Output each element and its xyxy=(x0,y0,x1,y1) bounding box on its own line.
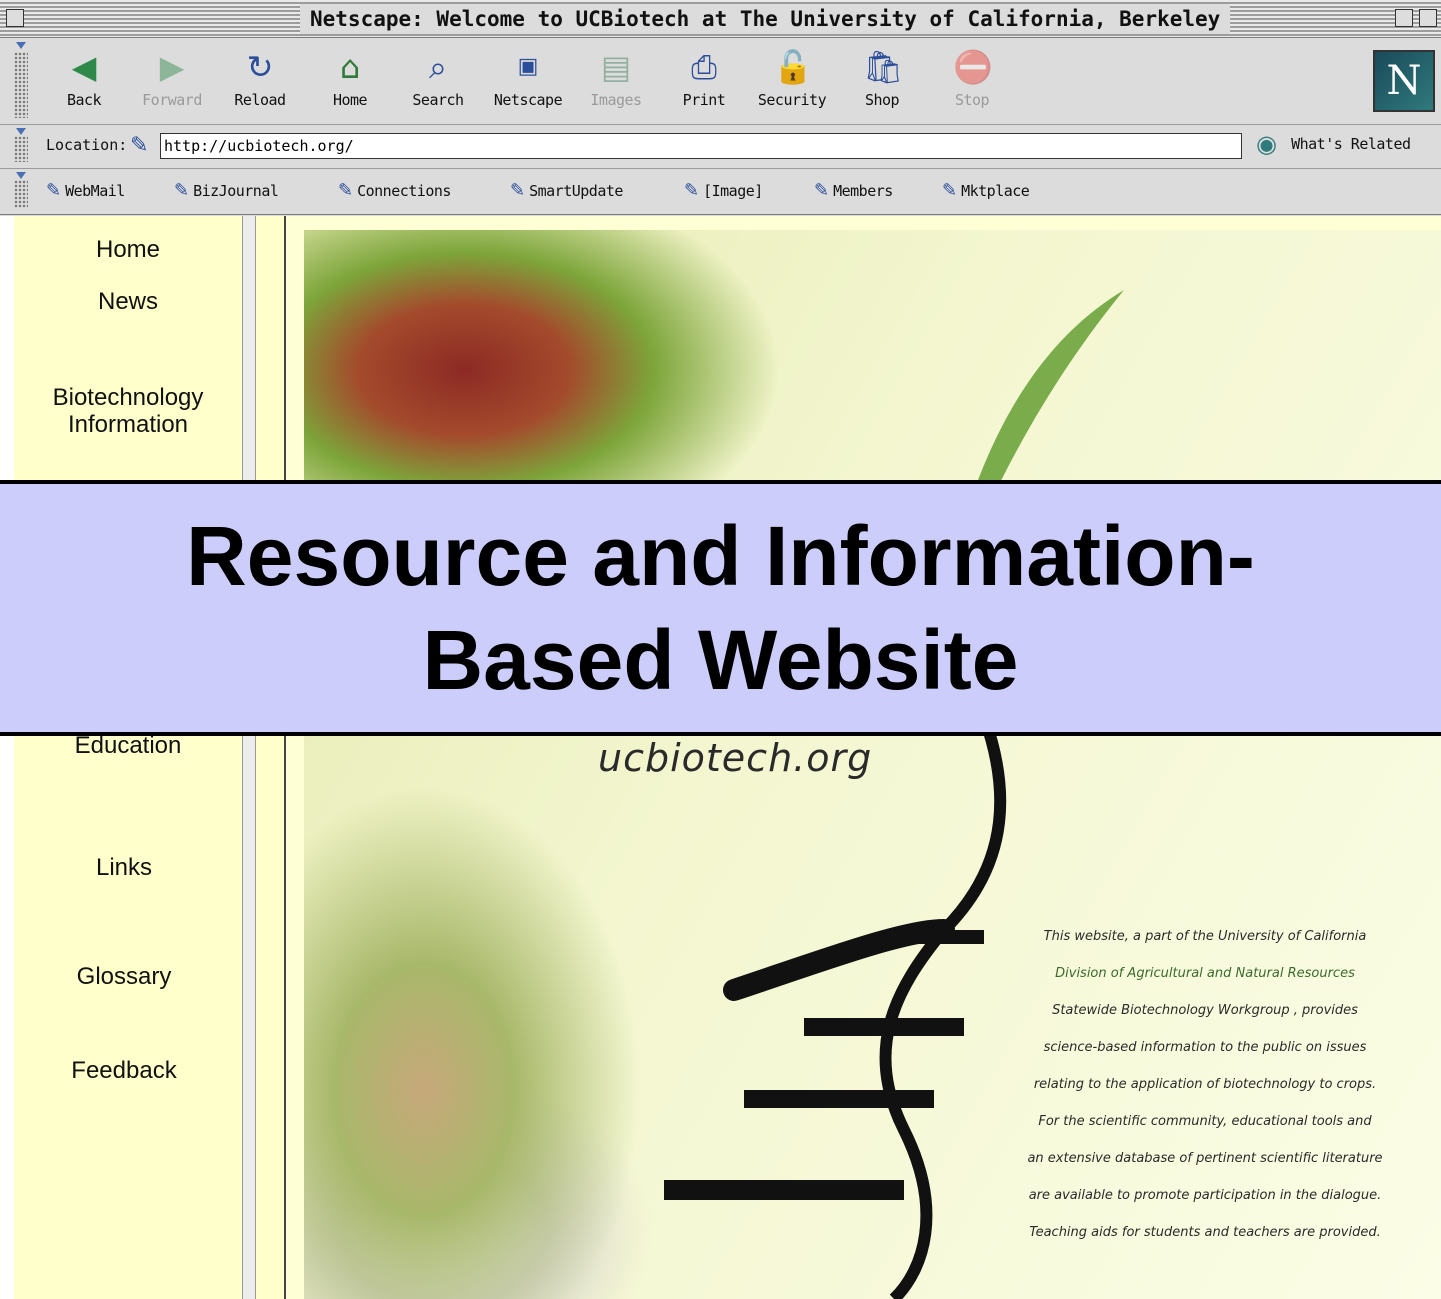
frame-gutter xyxy=(256,216,286,1299)
bookmark-members[interactable]: ✎ Members xyxy=(814,180,893,201)
zoom-box[interactable] xyxy=(1395,9,1413,27)
bookmark-icon: ✎ xyxy=(338,180,354,201)
description-line: Statewide Biotechnology Workgroup , prov… xyxy=(1052,1003,1358,1018)
home-button[interactable]: ⌂ Home xyxy=(310,46,390,122)
sidebar-item-biotechnology-information[interactable]: Biotechnology Information xyxy=(14,384,242,438)
back-arrow-icon: ◀ xyxy=(71,48,97,86)
print-button[interactable]: ⎙ Print xyxy=(664,46,744,122)
stop-button[interactable]: ⛔ Stop xyxy=(932,46,1012,122)
description-line[interactable]: Division of Agricultural and Natural Res… xyxy=(980,955,1430,992)
bookmark-image[interactable]: ✎ [Image] xyxy=(684,180,763,201)
browser-chrome: ◀ Back ▶ Forward ↻ Reload ⌂ Home ⌕ Searc… xyxy=(0,38,1441,216)
bookmark-connections[interactable]: ✎ Connections xyxy=(338,180,451,201)
navigation-toolbar: ◀ Back ▶ Forward ↻ Reload ⌂ Home ⌕ Searc… xyxy=(0,38,1441,125)
description-line: science-based information to the public … xyxy=(1043,1040,1367,1055)
sidebar-item-glossary[interactable]: Glossary xyxy=(10,963,238,990)
location-url-field[interactable]: http://ucbiotech.org/ xyxy=(160,133,1242,159)
reload-icon: ↻ xyxy=(246,48,274,86)
my-netscape-button[interactable]: ▣ Netscape xyxy=(488,46,568,122)
bookmark-webmail[interactable]: ✎ WebMail xyxy=(46,180,125,201)
window-titlebar[interactable]: Netscape: Welcome to UCBiotech at The Un… xyxy=(0,0,1441,38)
dna-rung xyxy=(664,1180,904,1200)
toolbar-grip[interactable] xyxy=(14,52,28,118)
sidebar-item-feedback[interactable]: Feedback xyxy=(10,1057,238,1084)
personal-toolbar: ✎ WebMail ✎ BizJournal ✎ Connections ✎ Smart… xyxy=(0,168,1441,215)
personal-grip[interactable] xyxy=(14,180,28,208)
description-line: For the scientific community, educationa… xyxy=(1038,1114,1372,1129)
page-proxy-icon[interactable]: ✎ xyxy=(130,133,148,158)
collapse-location-icon[interactable] xyxy=(16,128,26,135)
whats-related-icon: ◉ xyxy=(1256,130,1277,158)
description-line: relating to the application of biotechno… xyxy=(1033,1077,1377,1092)
search-button[interactable]: ⌕ Search xyxy=(398,46,478,122)
sidebar-item-links[interactable]: Links xyxy=(10,854,238,881)
back-button[interactable]: ◀ Back xyxy=(44,46,124,122)
collapse-toolbar-icon[interactable] xyxy=(16,42,26,49)
bookmark-icon: ✎ xyxy=(510,180,526,201)
bookmark-icon: ✎ xyxy=(174,180,190,201)
sidebar-item-news[interactable]: News xyxy=(14,288,242,315)
images-button[interactable]: ▤ Images xyxy=(576,46,656,122)
frame-divider[interactable] xyxy=(242,216,256,1299)
overlay-caption: Resource and Information- Based Website xyxy=(0,480,1441,736)
collapse-box[interactable] xyxy=(1419,9,1437,27)
dna-rung xyxy=(904,930,984,944)
shop-button[interactable]: 🛍 Shop xyxy=(842,46,922,122)
location-toolbar: Location: ✎ http://ucbiotech.org/ ◉ What… xyxy=(0,124,1441,169)
description-line: an extensive database of pertinent scien… xyxy=(1027,1151,1383,1166)
window-title: Netscape: Welcome to UCBiotech at The Un… xyxy=(300,4,1231,34)
site-name: ucbiotech.org xyxy=(598,736,873,780)
close-box[interactable] xyxy=(6,9,24,27)
print-icon: ⎙ xyxy=(691,48,717,86)
dna-rung xyxy=(744,1090,934,1108)
whats-related-button[interactable]: ◉ What's Related xyxy=(1256,130,1411,162)
sidebar-item-home[interactable]: Home xyxy=(14,236,242,263)
stop-icon: ⛔ xyxy=(953,48,993,86)
images-icon: ▤ xyxy=(600,48,632,86)
bookmark-icon: ✎ xyxy=(942,180,958,201)
my-netscape-icon: ▣ xyxy=(517,54,539,79)
location-label: Location: xyxy=(46,136,128,154)
bookmark-icon: ✎ xyxy=(46,180,62,201)
security-lock-icon: 🔓 xyxy=(773,48,813,86)
netscape-logo[interactable]: N xyxy=(1373,50,1435,112)
home-icon: ⌂ xyxy=(339,48,361,86)
description-line: Teaching aids for students and teachers … xyxy=(1029,1225,1381,1240)
forward-button[interactable]: ▶ Forward xyxy=(132,46,212,122)
bookmark-smartupdate[interactable]: ✎ SmartUpdate xyxy=(510,180,623,201)
reload-button[interactable]: ↻ Reload xyxy=(220,46,300,122)
collapse-personal-icon[interactable] xyxy=(16,172,26,179)
overlay-line-2: Based Website xyxy=(422,613,1019,707)
description-line: are available to promote participation i… xyxy=(1028,1188,1382,1203)
description-line: This website, a part of the University o… xyxy=(1043,929,1367,944)
overlay-line-1: Resource and Information- xyxy=(186,509,1255,603)
dna-rung xyxy=(804,1018,964,1036)
bookmark-mktplace[interactable]: ✎ Mktplace xyxy=(942,180,1030,201)
site-description: This website, a part of the University o… xyxy=(980,918,1430,1251)
search-icon: ⌕ xyxy=(429,48,447,86)
forward-arrow-icon: ▶ xyxy=(159,48,185,86)
bookmark-icon: ✎ xyxy=(684,180,700,201)
bookmark-bizjournal[interactable]: ✎ BizJournal xyxy=(174,180,279,201)
shop-icon: 🛍 xyxy=(863,48,904,86)
security-button[interactable]: 🔓 Security xyxy=(752,46,832,122)
sidebar-frame: Home News Biotechnology Information Educ… xyxy=(14,216,242,1299)
location-grip[interactable] xyxy=(14,136,28,162)
sidebar-item-education[interactable]: Education xyxy=(14,732,242,759)
bookmark-icon: ✎ xyxy=(814,180,830,201)
